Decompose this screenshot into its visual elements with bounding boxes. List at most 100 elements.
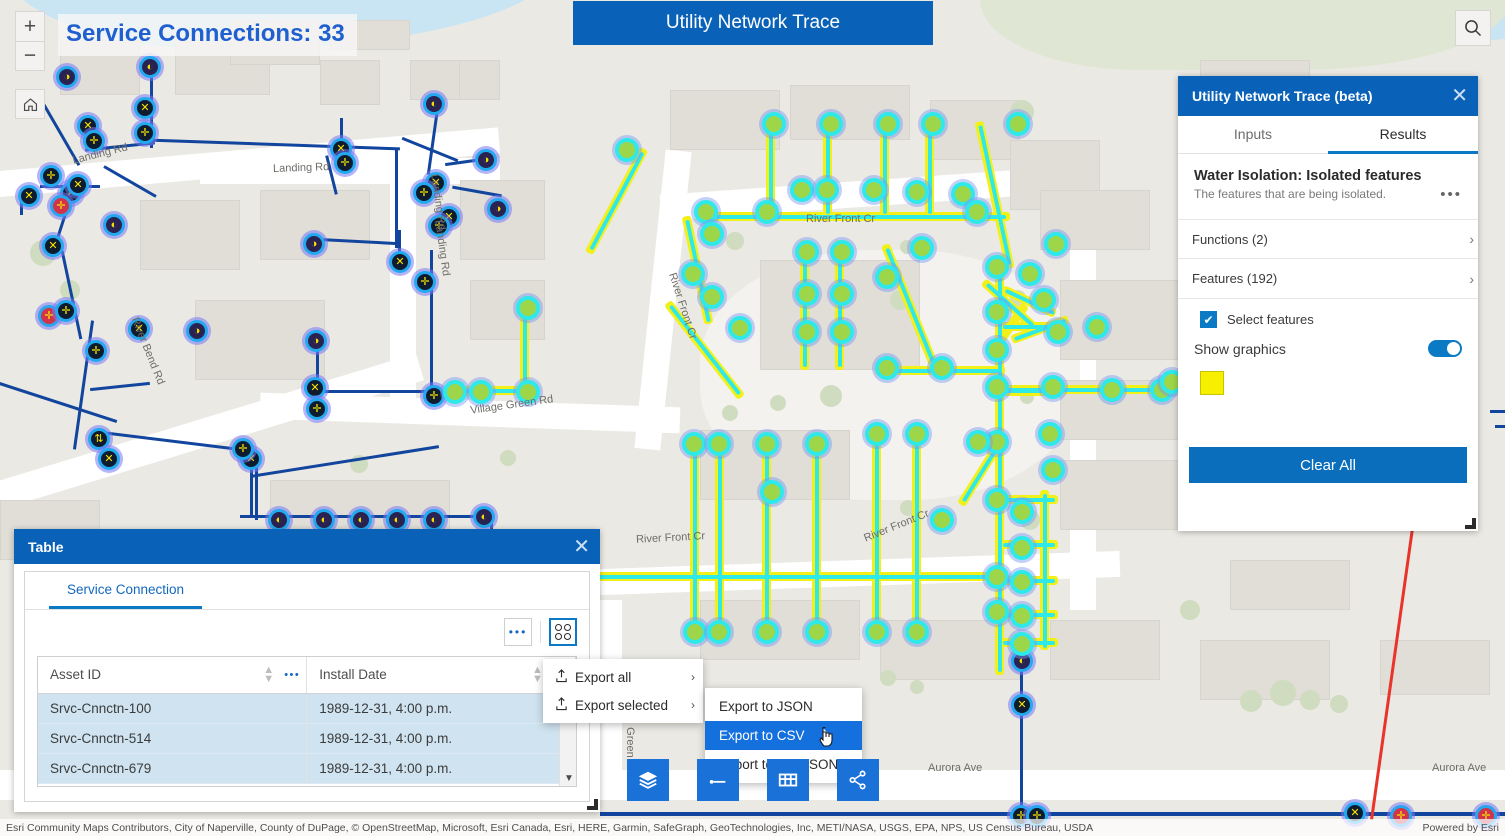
menu-item-export-csv[interactable]: Export to CSV	[705, 721, 862, 750]
network-node[interactable]: ✛	[414, 271, 436, 293]
network-node[interactable]: ✛	[306, 398, 328, 420]
trace-node[interactable]	[876, 112, 900, 136]
menu-item-export-json[interactable]: Export to JSON	[705, 692, 862, 721]
zoom-out-button[interactable]: −	[15, 41, 45, 71]
trace-node[interactable]	[755, 620, 779, 644]
sort-icon[interactable]: ▲ ▼	[532, 664, 543, 684]
network-node[interactable]: ✛	[334, 152, 356, 174]
select-features-checkbox[interactable]: ✔	[1200, 311, 1217, 328]
clear-all-button[interactable]: Clear All	[1189, 447, 1467, 483]
trace-node[interactable]	[930, 508, 954, 532]
close-icon[interactable]: ✕	[1451, 86, 1468, 106]
trace-node[interactable]	[469, 380, 493, 404]
network-node[interactable]: ✕	[304, 377, 326, 399]
trace-node[interactable]	[985, 488, 1009, 512]
network-node[interactable]: ◑	[475, 149, 497, 171]
trace-node[interactable]	[728, 316, 752, 340]
table-widget-button[interactable]	[767, 759, 809, 801]
trace-node[interactable]	[805, 432, 829, 456]
trace-node[interactable]	[755, 432, 779, 456]
network-node[interactable]: ◑	[487, 198, 509, 220]
trace-node[interactable]	[830, 320, 854, 344]
close-icon[interactable]: ✕	[573, 537, 590, 557]
network-trace-widget-button[interactable]	[837, 759, 879, 801]
result-overflow-icon[interactable]: •••	[1440, 186, 1462, 203]
network-node[interactable]: ◐	[350, 509, 372, 531]
tab-inputs[interactable]: Inputs	[1178, 116, 1328, 154]
trace-node[interactable]	[865, 620, 889, 644]
trace-node[interactable]	[905, 180, 929, 204]
trace-node[interactable]	[1041, 458, 1065, 482]
trace-node[interactable]	[1010, 632, 1034, 656]
trace-node[interactable]	[830, 282, 854, 306]
network-node[interactable]: ◐	[423, 93, 445, 115]
network-node[interactable]: ◐	[473, 506, 495, 528]
trace-node[interactable]	[985, 300, 1009, 324]
trace-node[interactable]	[905, 620, 929, 644]
network-node[interactable]: ◐	[313, 509, 335, 531]
network-node[interactable]: ✕	[134, 97, 156, 119]
trace-node[interactable]	[1010, 604, 1034, 628]
trace-node[interactable]	[1010, 570, 1034, 594]
table-row[interactable]: Srvc-Cnnctn-100 1989-12-31, 4:00 p.m.	[38, 693, 576, 724]
trace-node[interactable]	[966, 430, 990, 454]
network-node[interactable]: ◑	[303, 233, 325, 255]
trace-node[interactable]	[700, 285, 724, 309]
trace-node[interactable]	[875, 265, 899, 289]
network-node[interactable]: ✛	[423, 385, 445, 407]
trace-node[interactable]	[875, 356, 899, 380]
trace-node[interactable]	[700, 222, 724, 246]
table-row[interactable]: Srvc-Cnnctn-679 1989-12-31, 4:00 p.m.	[38, 753, 576, 784]
trace-node[interactable]	[905, 422, 929, 446]
menu-item-export-selected[interactable]: Export selected ›	[543, 691, 703, 719]
trace-node[interactable]	[921, 112, 945, 136]
trace-node[interactable]	[795, 240, 819, 264]
trace-node[interactable]	[1006, 112, 1030, 136]
network-node[interactable]: ✕	[1011, 694, 1033, 716]
network-node[interactable]: ✕	[67, 174, 89, 196]
show-graphics-toggle[interactable]	[1428, 340, 1462, 357]
trace-node[interactable]	[930, 356, 954, 380]
network-node[interactable]: ✛	[232, 438, 254, 460]
network-node[interactable]: ✕	[42, 235, 64, 257]
trace-node[interactable]	[1046, 320, 1070, 344]
trace-node[interactable]	[694, 200, 718, 224]
trace-node[interactable]	[985, 255, 1009, 279]
trace-node[interactable]	[1010, 536, 1034, 560]
network-node[interactable]: ◑	[305, 330, 327, 352]
trace-node[interactable]	[615, 138, 639, 162]
network-node[interactable]: ◐	[103, 214, 125, 236]
scroll-down-icon[interactable]: ▼	[564, 773, 574, 784]
column-header-install-date[interactable]: Install Date ▲▼ •••	[306, 657, 576, 694]
trace-node[interactable]	[516, 296, 540, 320]
trace-node[interactable]	[865, 422, 889, 446]
sort-icon[interactable]: ▲ ▼	[263, 664, 274, 684]
trace-node[interactable]	[985, 375, 1009, 399]
select-features-row[interactable]: ✔ Select features	[1200, 311, 1462, 328]
home-button[interactable]	[15, 89, 45, 119]
tab-service-connection[interactable]: Service Connection	[49, 572, 203, 609]
table-export-button[interactable]	[549, 618, 577, 646]
trace-node[interactable]	[790, 178, 814, 202]
table-options-button[interactable]: •••	[504, 618, 532, 646]
trace-node[interactable]	[1085, 315, 1109, 339]
trace-node[interactable]	[805, 620, 829, 644]
accordion-features[interactable]: Features (192) ›	[1178, 259, 1478, 299]
table-resize-handle[interactable]	[587, 799, 598, 810]
trace-node[interactable]	[760, 480, 784, 504]
trace-node[interactable]	[910, 236, 934, 260]
trace-node[interactable]	[819, 112, 843, 136]
zoom-in-button[interactable]: +	[15, 11, 45, 41]
trace-node[interactable]	[755, 200, 779, 224]
search-button[interactable]	[1455, 10, 1491, 46]
trace-node[interactable]	[1018, 262, 1042, 286]
network-node[interactable]: ◑	[186, 320, 208, 342]
graphics-color-swatch[interactable]	[1200, 371, 1224, 395]
network-node[interactable]: ⇅	[88, 428, 110, 450]
network-node[interactable]: ✛	[134, 122, 156, 144]
trace-node[interactable]	[795, 282, 819, 306]
column-menu-icon[interactable]: •••	[284, 669, 300, 681]
trace-node[interactable]	[985, 338, 1009, 362]
network-node[interactable]: ◐	[423, 509, 445, 531]
network-node[interactable]: ✛	[50, 195, 72, 217]
